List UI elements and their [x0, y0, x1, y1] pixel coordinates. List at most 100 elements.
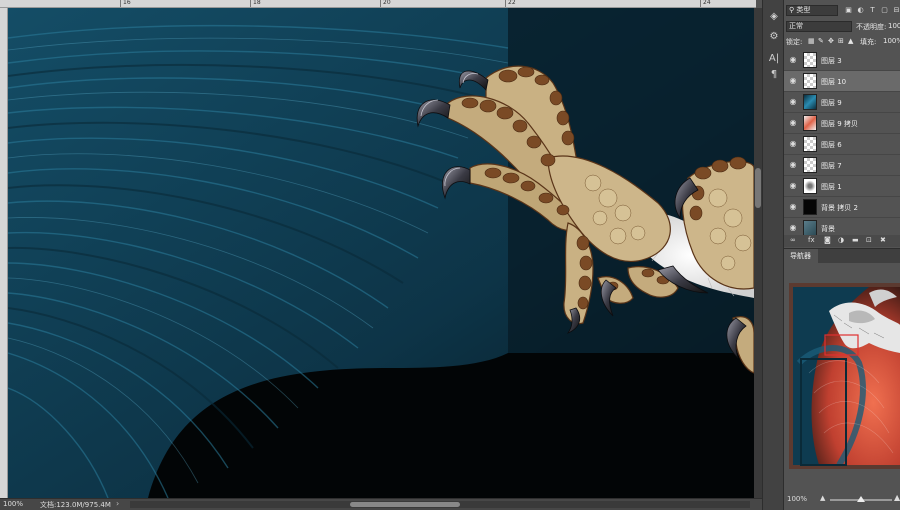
layer-row[interactable]: ◉ 图层 6 [784, 134, 900, 155]
navigator-zoom-bar: 100% ▲ ▲ [784, 493, 900, 507]
filter-kind-label: 类型 [796, 6, 811, 14]
navigator-thumbnail [789, 283, 900, 469]
adjust-tool-icon[interactable]: ⚙ [765, 30, 783, 44]
layer-mask-icon[interactable]: ◙ [824, 236, 831, 244]
blend-row: 正常 不透明度: 100% [786, 20, 900, 34]
artwork [8, 8, 754, 498]
layer-thumbnail [803, 94, 817, 110]
layer-row[interactable]: ◉ 图层 7 [784, 155, 900, 176]
fill-label: 填充: [860, 38, 877, 46]
layer-row[interactable]: ◉ 图层 3 [784, 50, 900, 71]
navigator-zoom-value[interactable]: 100% [787, 495, 807, 503]
vertical-scrollbar[interactable] [754, 8, 762, 498]
adjustment-layer-icon[interactable]: ◑ [838, 236, 844, 244]
layer-panel-footer: ∞ fx ◙ ◑ ▬ ⊡ ✖ [784, 235, 900, 247]
layer-row[interactable]: ◉ 图层 9 拷贝 [784, 113, 900, 134]
eye-icon[interactable]: ◉ [788, 139, 798, 149]
eye-icon[interactable]: ◉ [788, 76, 798, 86]
layers-tool-icon[interactable]: ◈ [765, 10, 783, 24]
layer-thumbnail [803, 178, 817, 194]
layer-name: 图层 3 [821, 57, 842, 65]
vertical-ruler [0, 8, 8, 498]
layer-name: 图层 9 [821, 99, 842, 107]
ruler-number: 18 [253, 0, 261, 6]
layer-thumbnail [803, 157, 817, 173]
character-tool-icon[interactable]: A| [765, 52, 783, 66]
eye-icon[interactable]: ◉ [788, 55, 798, 65]
navigator-panel: 导航器 100% ▲ ▲ [784, 248, 900, 510]
eye-icon[interactable]: ◉ [788, 97, 798, 107]
vertical-scroll-thumb[interactable] [755, 168, 761, 208]
layer-name: 图层 7 [821, 162, 842, 170]
opacity-label: 不透明度: [856, 23, 887, 31]
lock-label: 锁定: [786, 38, 803, 46]
horizontal-scrollbar[interactable] [130, 501, 750, 508]
document-info: 文档:123.0M/975.4M [40, 501, 111, 509]
navigator-preview[interactable] [789, 283, 900, 469]
eye-icon[interactable]: ◉ [788, 160, 798, 170]
status-menu-arrow-icon[interactable]: › [116, 499, 119, 508]
new-group-icon[interactable]: ▬ [852, 236, 859, 244]
new-layer-icon[interactable]: ⊡ [866, 236, 872, 244]
fill-value[interactable]: 100% [883, 37, 900, 45]
shape-filter-icon[interactable]: ▢ [880, 6, 889, 15]
layer-thumbnail [803, 73, 817, 89]
zoom-out-icon[interactable]: ▲ [820, 494, 825, 502]
lock-move-icon[interactable]: ✥ [828, 37, 834, 45]
layer-thumbnail [803, 199, 817, 215]
paragraph-tool-icon[interactable]: ¶ [765, 68, 783, 82]
layer-name: 背景 拷贝 2 [821, 204, 858, 212]
lock-transparent-icon[interactable]: ▦ [808, 37, 815, 45]
blend-mode-value: 正常 [789, 22, 803, 30]
adjustment-filter-icon[interactable]: ◐ [856, 6, 865, 15]
opacity-value[interactable]: 100% [888, 22, 900, 30]
layers-panel: ⚲ 类型 ▣ ◐ T ▢ ⊟ 正常 不透明度: 100% 锁定: ▦ ✎ ✥ ⊞ [784, 0, 900, 248]
ruler-number: 24 [703, 0, 711, 6]
layer-row[interactable]: ◉ 背景 拷贝 2 [784, 197, 900, 218]
filter-kind-select[interactable]: ⚲ 类型 [786, 5, 838, 16]
zoom-in-icon[interactable]: ▲ [894, 493, 900, 502]
lock-all-icon[interactable]: ▲ [848, 37, 853, 45]
lock-paint-icon[interactable]: ✎ [818, 37, 824, 45]
eye-icon[interactable]: ◉ [788, 181, 798, 191]
layer-row-selected[interactable]: ◉ 图层 10 [784, 71, 900, 92]
blend-mode-select[interactable]: 正常 [786, 21, 852, 32]
ruler-number: 22 [508, 0, 516, 6]
zoom-slider-knob[interactable] [857, 496, 865, 502]
layer-name: 图层 1 [821, 183, 842, 191]
layer-style-fx-icon[interactable]: fx [808, 236, 815, 244]
horizontal-ruler: 16 18 20 22 24 [0, 0, 756, 8]
layer-name: 图层 9 拷贝 [821, 120, 858, 128]
navigator-tab-bar: 导航器 [784, 249, 900, 263]
eye-icon[interactable]: ◉ [788, 202, 798, 212]
layer-name: 背景 [821, 225, 835, 233]
link-layers-icon[interactable]: ∞ [790, 236, 796, 244]
ruler-number: 20 [383, 0, 391, 6]
layer-row[interactable]: ◉ 图层 1 [784, 176, 900, 197]
layer-list: ◉ 图层 3 ◉ 图层 10 ◉ 图层 9 ◉ 图层 9 拷贝 ◉ 图层 6 ◉… [784, 50, 900, 239]
layer-row[interactable]: ◉ 图层 9 [784, 92, 900, 113]
trash-icon[interactable]: ✖ [880, 236, 886, 244]
panel-dock-strip: ◈ ⚙ A| ¶ [762, 0, 784, 510]
status-bar: 100% 文档:123.0M/975.4M › [0, 498, 762, 510]
type-filter-icon[interactable]: T [868, 6, 877, 15]
layer-thumbnail [803, 136, 817, 152]
ruler-number: 16 [123, 0, 131, 6]
search-icon: ⚲ [789, 6, 795, 14]
horizontal-scroll-thumb[interactable] [350, 502, 460, 507]
smart-filter-icon[interactable]: ⊟ [892, 6, 900, 15]
pixel-filter-icon[interactable]: ▣ [844, 6, 853, 15]
zoom-level[interactable]: 100% [3, 500, 23, 508]
layer-thumbnail [803, 52, 817, 68]
eye-icon[interactable]: ◉ [788, 118, 798, 128]
eye-icon[interactable]: ◉ [788, 223, 798, 233]
layer-name: 图层 10 [821, 78, 847, 86]
lock-artboard-icon[interactable]: ⊞ [838, 37, 844, 45]
layer-thumbnail [803, 115, 817, 131]
lock-row: 锁定: ▦ ✎ ✥ ⊞ ▲ 填充: 100% [786, 35, 900, 49]
tab-navigator[interactable]: 导航器 [784, 249, 818, 263]
layer-thumbnail [803, 220, 817, 236]
document-canvas[interactable] [8, 8, 754, 498]
layer-name: 图层 6 [821, 141, 842, 149]
layer-filter-row: ⚲ 类型 ▣ ◐ T ▢ ⊟ [786, 4, 900, 18]
